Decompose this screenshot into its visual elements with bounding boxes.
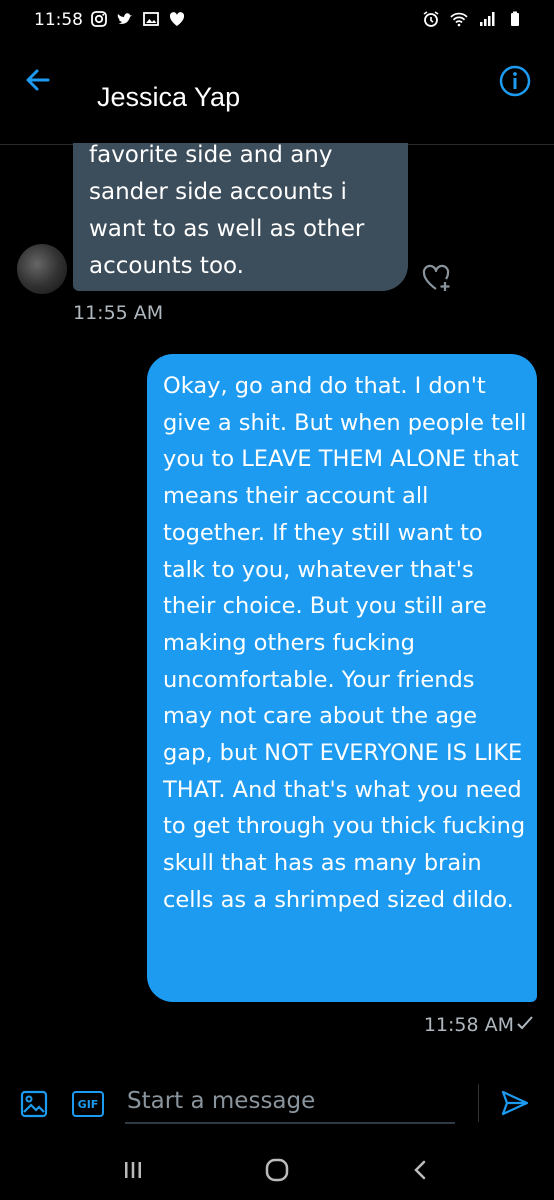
message-input[interactable] xyxy=(125,1080,455,1124)
gallery-icon xyxy=(142,10,160,28)
outgoing-message-time: 11:58 AM xyxy=(423,1014,514,1036)
signal-icon xyxy=(478,10,496,28)
divider xyxy=(478,1084,479,1122)
incoming-message-text: favorite side and any sander side accoun… xyxy=(89,142,365,279)
system-nav-bar xyxy=(0,1140,554,1200)
outgoing-message-bubble[interactable]: Okay, go and do that. I don't give a shi… xyxy=(147,354,537,1002)
chevron-left-icon xyxy=(414,1160,426,1180)
heart-icon xyxy=(168,10,186,28)
home-icon xyxy=(265,1158,289,1182)
gif-button[interactable]: GIF xyxy=(72,1091,104,1117)
message-composer: GIF xyxy=(0,1074,554,1130)
twitter-icon xyxy=(116,10,134,28)
alarm-icon xyxy=(422,10,440,28)
add-reaction-button[interactable] xyxy=(420,262,454,294)
home-button[interactable] xyxy=(259,1152,295,1188)
back-button[interactable] xyxy=(22,64,54,96)
heart-plus-icon xyxy=(422,264,450,291)
wifi-icon xyxy=(450,10,468,28)
gif-label: GIF xyxy=(77,1097,99,1111)
image-icon xyxy=(20,1090,48,1118)
info-button[interactable] xyxy=(498,64,532,98)
recent-apps-icon xyxy=(125,1162,141,1178)
back-nav-button[interactable] xyxy=(403,1152,439,1188)
conversation-title[interactable]: Jessica Yap xyxy=(97,82,240,113)
check-icon xyxy=(516,1013,534,1033)
battery-icon xyxy=(506,10,524,28)
add-image-button[interactable] xyxy=(20,1090,48,1118)
outgoing-message-text: Okay, go and do that. I don't give a shi… xyxy=(163,373,527,913)
incoming-message-time: 11:55 AM xyxy=(73,302,164,324)
incoming-message-bubble[interactable]: favorite side and any sander side accoun… xyxy=(73,142,408,291)
status-bar: 11:58 xyxy=(0,0,554,42)
status-time: 11:58 xyxy=(34,10,83,30)
conversation-header: Jessica Yap xyxy=(0,42,554,145)
recent-apps-button[interactable] xyxy=(115,1152,151,1188)
arrow-left-icon xyxy=(26,69,50,91)
instagram-icon xyxy=(90,10,108,28)
send-button[interactable] xyxy=(500,1088,530,1118)
info-icon xyxy=(499,65,531,97)
avatar[interactable] xyxy=(17,244,67,294)
send-icon xyxy=(501,1090,529,1116)
